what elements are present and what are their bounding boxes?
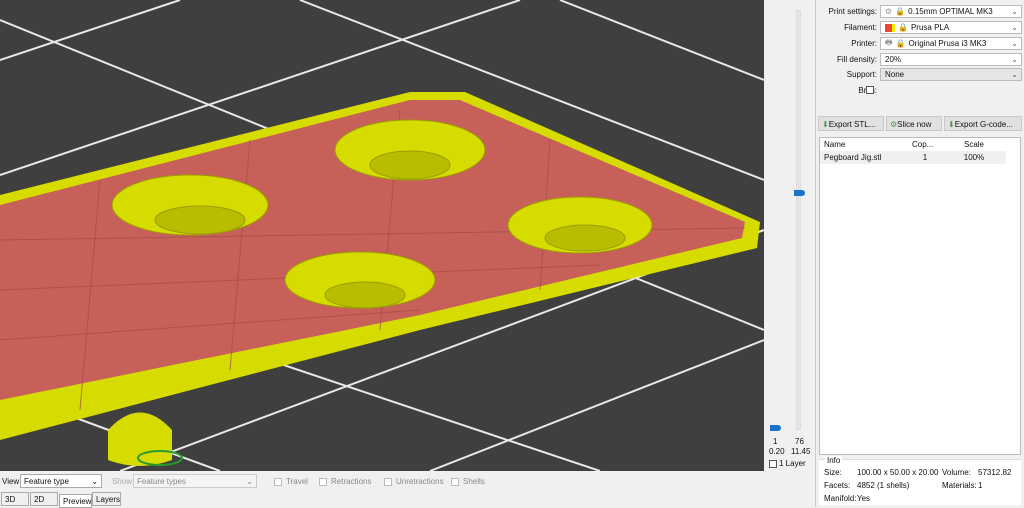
bottom-layer-height: 0.20 bbox=[769, 447, 785, 456]
chevron-down-icon: ⌄ bbox=[1011, 23, 1018, 32]
object-list[interactable]: Name Cop... Scale Pegboard Jig.stl 1 100% bbox=[819, 137, 1021, 455]
printer-icon: 🖶 bbox=[885, 37, 893, 47]
object-row[interactable]: Pegboard Jig.stl 1 100% bbox=[820, 151, 1006, 164]
peg bbox=[108, 412, 172, 466]
settings-panel: Print settings: ⚙ 🔒 0.15mm OPTIMAL MK3 ⌄ Fi… bbox=[815, 0, 1024, 507]
chevron-down-icon: ⌄ bbox=[1011, 7, 1018, 16]
filament-color-swatch bbox=[885, 23, 895, 32]
preview-scene bbox=[0, 0, 764, 471]
lock-icon: 🔒 bbox=[895, 7, 906, 16]
3d-preview-canvas[interactable] bbox=[0, 0, 764, 471]
volume-label: Volume: bbox=[942, 468, 971, 477]
filament-label: Filament: bbox=[844, 23, 877, 32]
preview-toolbar: View Feature type ⌄ Show Feature types ⌄ T… bbox=[0, 471, 815, 507]
layer-slider-track[interactable] bbox=[796, 10, 801, 430]
bottom-layer-handle[interactable] bbox=[770, 425, 781, 431]
tab-layers[interactable]: Layers bbox=[92, 492, 121, 506]
materials-label: Materials: bbox=[942, 481, 977, 490]
gear-icon: ⚙ bbox=[885, 7, 893, 16]
export-icon: ⬇ bbox=[822, 120, 829, 129]
support-select[interactable]: None ⌄ bbox=[880, 68, 1022, 81]
volume-value: 57312.82 bbox=[978, 468, 1012, 477]
support-label: Support: bbox=[846, 70, 877, 79]
info-title: Info bbox=[825, 456, 843, 465]
layer-slider[interactable]: 1 76 0.20 11.45 1 Layer bbox=[764, 0, 815, 475]
materials-value: 1 bbox=[978, 481, 983, 490]
chevron-down-icon: ⌄ bbox=[246, 477, 253, 486]
lock-icon: 🔒 bbox=[898, 23, 908, 32]
column-scale[interactable]: Scale bbox=[938, 140, 1006, 149]
retractions-checkbox[interactable]: Retractions bbox=[319, 477, 371, 486]
fill-density-select[interactable]: 20% ⌄ bbox=[880, 53, 1022, 66]
one-layer-checkbox[interactable]: 1 Layer bbox=[769, 459, 806, 468]
filament-select[interactable]: 🔒 Prusa PLA ⌄ bbox=[880, 21, 1022, 34]
info-box: Info Size: 100.00 x 50.00 x 20.00 Volume… bbox=[819, 456, 1021, 505]
slice-now-button[interactable]: ⚙Slice now bbox=[886, 116, 942, 131]
manifold-value: Yes bbox=[857, 494, 871, 503]
print-settings-select[interactable]: ⚙ 🔒 0.15mm OPTIMAL MK3 ⌄ bbox=[880, 5, 1022, 18]
facets-value: 4852 (1 shells) bbox=[857, 481, 910, 490]
top-layer-handle[interactable] bbox=[794, 190, 805, 196]
chevron-down-icon: ⌄ bbox=[1011, 55, 1018, 64]
lock-icon: 🔒 bbox=[895, 39, 906, 48]
tab-2d[interactable]: 2D bbox=[30, 492, 58, 506]
top-layer-number: 76 bbox=[795, 437, 804, 446]
size-value: 100.00 x 50.00 x 20.00 bbox=[857, 468, 939, 477]
shells-checkbox[interactable]: Shells bbox=[451, 477, 485, 486]
chevron-down-icon: ⌄ bbox=[91, 477, 98, 486]
travel-checkbox[interactable]: Travel bbox=[274, 477, 308, 486]
brim-checkbox[interactable] bbox=[866, 86, 874, 94]
top-layer-height: 11.45 bbox=[791, 447, 811, 456]
bottom-layer-number: 1 bbox=[773, 437, 778, 446]
tab-3d[interactable]: 3D bbox=[1, 492, 29, 506]
facets-label: Facets: bbox=[824, 481, 851, 490]
view-select[interactable]: Feature type ⌄ bbox=[20, 474, 102, 488]
manifold-label: Manifold: bbox=[824, 494, 857, 503]
size-label: Size: bbox=[824, 468, 842, 477]
export-gcode-button[interactable]: ⬇Export G-code... bbox=[944, 116, 1022, 131]
one-layer-label: 1 Layer bbox=[779, 459, 806, 468]
fill-density-label: Fill density: bbox=[836, 55, 877, 64]
export-icon: ⬇ bbox=[948, 120, 955, 129]
print-settings-label: Print settings: bbox=[828, 7, 877, 16]
chevron-down-icon: ⌄ bbox=[1011, 39, 1018, 48]
view-label: View bbox=[2, 477, 20, 486]
column-name[interactable]: Name bbox=[820, 140, 908, 149]
printer-label: Printer: bbox=[851, 39, 877, 48]
unretractions-checkbox[interactable]: Unretractions bbox=[384, 477, 444, 486]
tab-preview[interactable]: Preview bbox=[59, 494, 92, 508]
printer-select[interactable]: 🖶 🔒 Original Prusa i3 MK3 ⌄ bbox=[880, 37, 1022, 50]
show-label: Show bbox=[112, 477, 133, 486]
export-stl-button[interactable]: ⬇Export STL... bbox=[818, 116, 884, 131]
chevron-down-icon: ⌄ bbox=[1011, 70, 1018, 79]
column-copies[interactable]: Cop... bbox=[908, 140, 938, 149]
show-select[interactable]: Feature types ⌄ bbox=[133, 474, 257, 488]
